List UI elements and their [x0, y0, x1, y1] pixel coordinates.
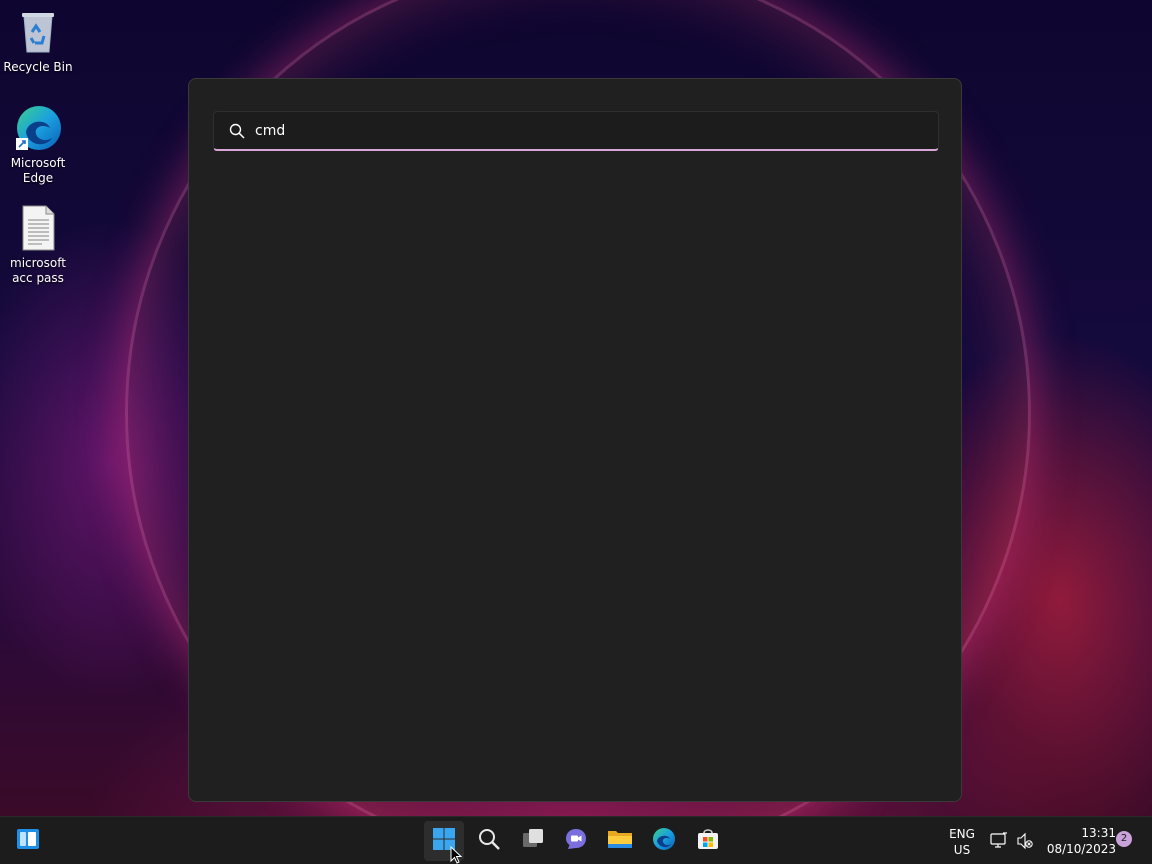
text-file-icon	[14, 204, 62, 252]
widgets-button[interactable]	[8, 821, 48, 861]
edge-icon	[652, 827, 676, 855]
search-icon	[477, 827, 501, 855]
teams-chat-button[interactable]	[556, 821, 596, 861]
recycle-bin-icon	[14, 8, 62, 56]
volume-muted-icon[interactable]	[1016, 832, 1034, 854]
task-view-icon	[521, 827, 545, 855]
language-indicator[interactable]: ENG US	[942, 826, 982, 858]
task-view-button[interactable]	[513, 821, 553, 861]
edge-taskbar-button[interactable]	[644, 821, 684, 861]
search-icon	[229, 123, 245, 139]
desktop-icon-label: Recycle Bin	[3, 60, 73, 74]
search-input[interactable]	[255, 122, 895, 139]
desktop-icon-microsoft-edge[interactable]: Microsoft Edge	[0, 104, 76, 186]
desktop-icon-label: microsoft acc pass	[10, 256, 66, 285]
notification-badge[interactable]: 2	[1116, 831, 1132, 847]
clock[interactable]: 13:31 08/10/2023	[1040, 825, 1116, 857]
language-line1: ENG	[949, 827, 975, 841]
clock-time: 13:31	[1081, 826, 1116, 840]
taskbar-search-button[interactable]	[469, 821, 509, 861]
edge-icon	[14, 104, 62, 152]
desktop-icon-text-file[interactable]: microsoft acc pass	[0, 204, 76, 286]
language-line2: US	[953, 843, 971, 857]
desktop-icon-recycle-bin[interactable]: Recycle Bin	[0, 8, 76, 75]
widgets-icon	[16, 827, 40, 855]
store-icon	[696, 827, 720, 855]
store-button[interactable]	[688, 821, 728, 861]
search-box[interactable]	[213, 111, 939, 151]
file-explorer-icon	[607, 827, 633, 855]
clock-date: 08/10/2023	[1046, 842, 1116, 856]
teams-chat-icon	[564, 827, 588, 855]
mouse-cursor-icon	[450, 845, 463, 864]
taskbar: ENG US 13:31 08/10/2023	[0, 816, 1152, 864]
network-icon[interactable]	[990, 832, 1008, 854]
desktop-icon-label: Microsoft Edge	[10, 156, 66, 185]
start-search-panel	[188, 78, 962, 802]
file-explorer-button[interactable]	[600, 821, 640, 861]
